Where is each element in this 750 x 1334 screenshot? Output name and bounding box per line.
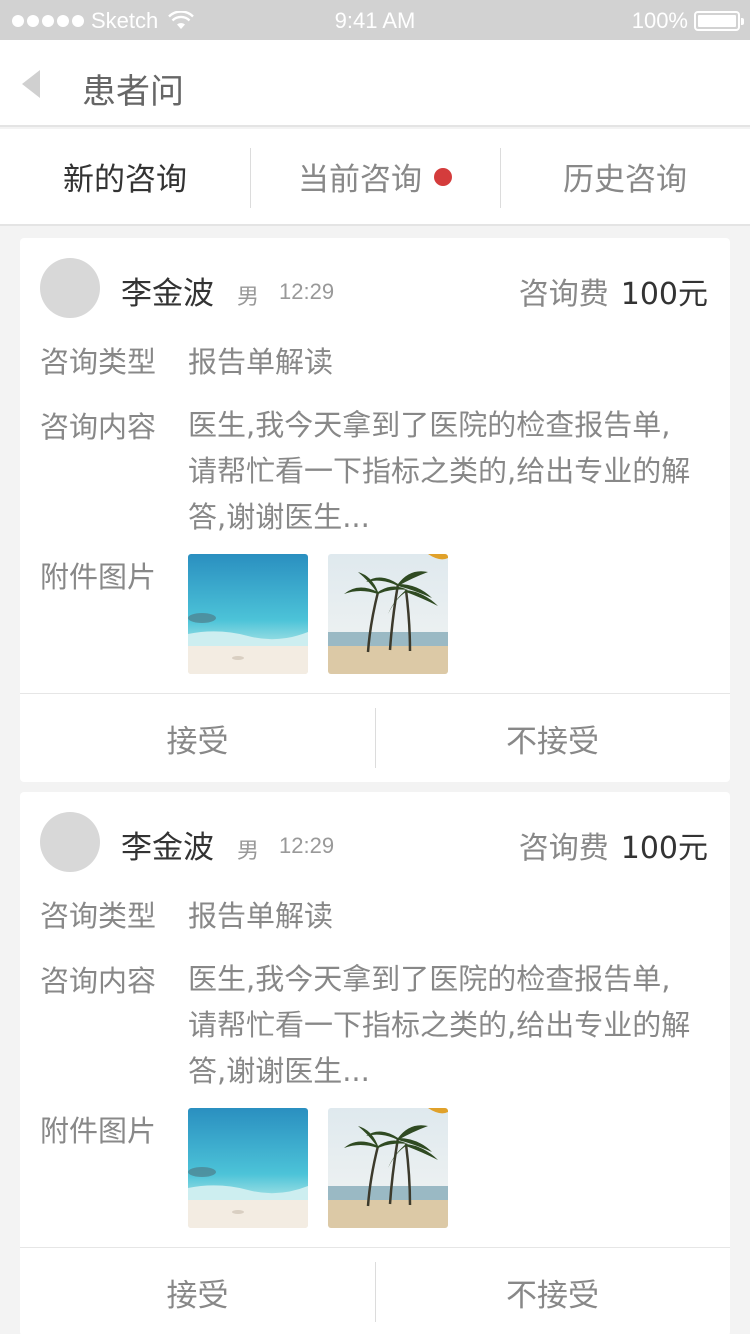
consult-type-value: 报告单解读 [188, 345, 334, 379]
tab-history-consult[interactable]: 历史咨询 [500, 129, 750, 224]
tab-new-consult[interactable]: 新的咨询 [0, 129, 250, 224]
consult-card: 李金波 男 12:29 咨询费 100元 咨询类型 报告单解读 咨询内容 医生,我… [20, 792, 730, 1334]
reject-button[interactable]: 不接受 [375, 694, 730, 782]
back-chevron-icon[interactable] [20, 69, 42, 99]
tab-label: 历史咨询 [563, 162, 687, 198]
consult-type-value: 报告单解读 [188, 899, 334, 933]
card-actions: 接受 不接受 [20, 694, 730, 782]
attachments-label: 附件图片 [40, 1114, 157, 1148]
consult-time: 12:29 [279, 279, 335, 304]
attachment-beach-image[interactable] [188, 554, 308, 674]
patient-gender: 男 [237, 285, 260, 310]
battery-percent: 100% [631, 8, 688, 33]
tab-label: 当前咨询 [298, 162, 422, 198]
consult-content-label: 咨询内容 [40, 964, 157, 998]
status-right: 100% [631, 8, 744, 34]
attachments-label: 附件图片 [40, 560, 157, 594]
accept-button[interactable]: 接受 [20, 1248, 375, 1334]
fee-value: 100元 [620, 831, 708, 866]
patient-name: 李金波 [121, 276, 214, 312]
consult-fee: 咨询费 100元 [519, 823, 708, 867]
patient-name: 李金波 [121, 830, 214, 866]
patient-gender: 男 [237, 839, 260, 864]
consult-card: 李金波 男 12:29 咨询费 100元 咨询类型 报告单解读 咨询内容 医生,我… [20, 238, 730, 782]
card-actions: 接受 不接受 [20, 1248, 730, 1334]
attachment-palm-image[interactable] [328, 1108, 448, 1228]
battery-icon [694, 11, 744, 31]
consult-content-value: 医生,我今天拿到了医院的检查报告单,请帮忙看一下指标之类的,给出专业的解答,谢谢… [188, 408, 691, 534]
avatar [40, 812, 100, 872]
status-bar: Sketch 9:41 AM 100% [0, 0, 750, 40]
consult-time: 12:29 [279, 833, 335, 858]
attachment-palm-image[interactable] [328, 554, 448, 674]
unread-dot-badge [434, 167, 452, 186]
consult-type-label: 咨询类型 [40, 345, 157, 379]
attachment-beach-image[interactable] [188, 1108, 308, 1228]
reject-button[interactable]: 不接受 [375, 1248, 730, 1334]
tab-current-consult[interactable]: 当前咨询 [250, 129, 500, 224]
fee-label: 咨询费 [518, 831, 609, 866]
accept-button[interactable]: 接受 [20, 694, 375, 782]
tab-label: 新的咨询 [63, 162, 187, 198]
avatar [40, 258, 100, 318]
consult-content-label: 咨询内容 [40, 410, 157, 444]
nav-bar: 患者问 [0, 40, 750, 127]
page-title: 患者问 [82, 72, 184, 112]
consult-content-value: 医生,我今天拿到了医院的检查报告单,请帮忙看一下指标之类的,给出专业的解答,谢谢… [188, 962, 691, 1088]
consult-type-label: 咨询类型 [40, 899, 157, 933]
fee-label: 咨询费 [518, 277, 609, 312]
consult-fee: 咨询费 100元 [519, 269, 708, 313]
consult-tabs: 新的咨询 当前咨询 历史咨询 [0, 129, 750, 226]
fee-value: 100元 [620, 277, 708, 312]
